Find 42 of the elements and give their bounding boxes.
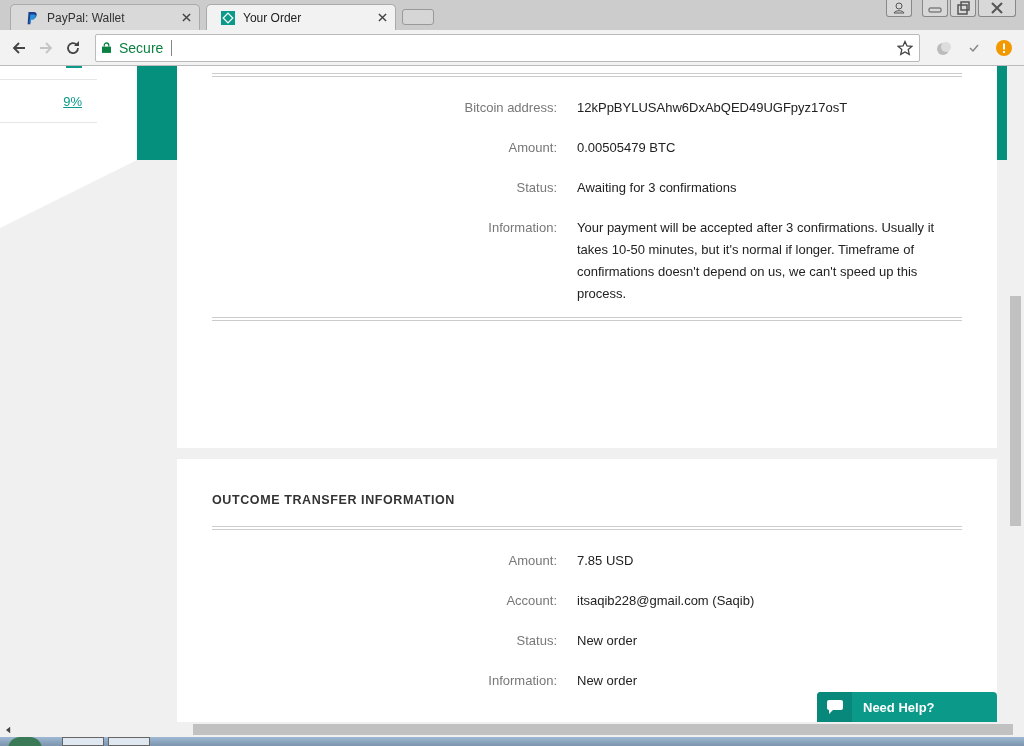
field-label: Status: — [515, 632, 557, 650]
tab-title: PayPal: Wallet — [47, 10, 126, 25]
chat-bubble-icon — [825, 699, 844, 715]
lock-icon — [102, 42, 111, 53]
field-value: New order — [577, 672, 637, 690]
field-label: Amount: — [507, 552, 557, 570]
field-label: Status: — [515, 179, 557, 197]
star-icon[interactable] — [897, 39, 913, 56]
close-icon[interactable] — [182, 13, 191, 22]
user-icon[interactable] — [886, 0, 912, 17]
security-label: Secure — [119, 39, 164, 56]
scroll-left-icon[interactable] — [6, 725, 11, 734]
taskbar-button[interactable] — [108, 737, 150, 746]
field-label: Information: — [487, 672, 557, 690]
field-label: Information: — [487, 219, 557, 237]
field-value: 7.85 USD — [577, 552, 634, 570]
field-value: Your payment will be accepted after 3 confirmations. Usually it takes 10-50 minutes, but it's normal if longer. Timeframe of confirmations doesn't depend on us, we can't speed up this process. — [577, 219, 936, 303]
diamond-icon — [221, 10, 235, 25]
restore-icon[interactable] — [950, 0, 976, 17]
field-value: 0.00505479 BTC — [577, 139, 676, 157]
tab-title: Your Order — [243, 10, 303, 25]
help-button[interactable]: Need Help? — [817, 692, 997, 722]
close-icon[interactable] — [378, 13, 387, 22]
field-value: itsaqib228@gmail.com (Saqib) — [577, 592, 755, 610]
browser-tab[interactable]: PayPal: Wallet — [10, 4, 200, 30]
percent-link[interactable]: 9% — [63, 93, 82, 109]
minimize-icon[interactable] — [922, 0, 948, 17]
browser-tab[interactable]: Your Order — [206, 4, 396, 30]
paypal-icon — [25, 10, 39, 25]
reload-icon[interactable] — [65, 39, 81, 56]
start-button[interactable] — [8, 737, 42, 746]
field-label: Amount: — [507, 139, 557, 157]
field-value: Awaiting for 3 confirmations — [577, 179, 737, 197]
back-arrow-icon[interactable] — [11, 39, 27, 56]
section-heading: OUTCOME TRANSFER INFORMATION — [212, 493, 456, 507]
taskbar-button[interactable] — [62, 737, 104, 746]
close-icon[interactable] — [978, 0, 1016, 17]
field-value: 12kPpBYLUSAhw6DxAbQED49UGFpyz17osT — [577, 99, 848, 117]
field-label: Bitcoin address: — [463, 99, 557, 117]
field-label: Account: — [505, 592, 557, 610]
field-value: New order — [577, 632, 637, 650]
address-bar[interactable]: Secure — [95, 33, 920, 62]
